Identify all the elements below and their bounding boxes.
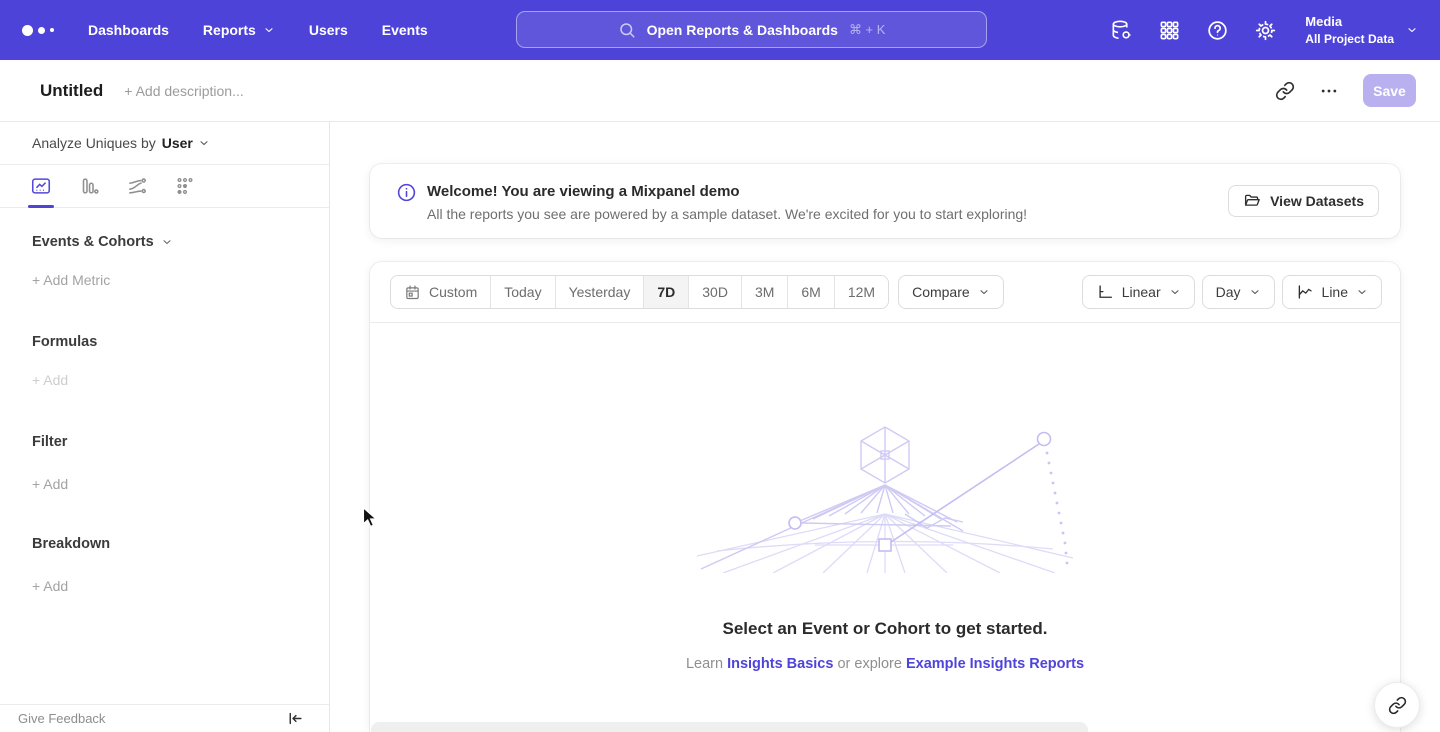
nav-right-group: Media All Project Data — [1110, 0, 1418, 60]
nav-item-reports[interactable]: Reports — [203, 22, 275, 38]
main-content: Welcome! You are viewing a Mixpanel demo… — [330, 122, 1440, 732]
breakdown-section-header: Breakdown — [32, 536, 329, 552]
chevron-down-icon — [1169, 286, 1181, 298]
add-metric-button[interactable]: + Add Metric — [32, 272, 110, 288]
settings-gear-icon[interactable] — [1254, 19, 1277, 42]
info-circle-icon — [396, 182, 417, 203]
collapse-sidebar-icon[interactable] — [286, 710, 303, 727]
primary-nav: Dashboards Reports Users Events — [88, 22, 428, 38]
events-cohorts-section-header[interactable]: Events & Cohorts — [32, 234, 329, 250]
empty-state-title: Select an Event or Cohort to get started… — [723, 619, 1048, 639]
chevron-down-icon — [263, 24, 275, 36]
range-7d[interactable]: 7D — [644, 276, 689, 308]
bar-chart-icon — [78, 175, 100, 197]
insights-line-icon — [30, 175, 52, 197]
more-options-ellipsis-icon[interactable] — [1319, 81, 1339, 101]
chevron-down-icon — [198, 137, 210, 149]
axes-icon — [1096, 283, 1114, 301]
collapsed-breakdown-panel[interactable] — [371, 722, 1088, 732]
flows-icon — [126, 175, 148, 197]
sidebar-footer: Give Feedback — [0, 704, 329, 732]
filter-section-header: Filter — [32, 434, 329, 450]
save-button[interactable]: Save — [1363, 74, 1416, 107]
report-title[interactable]: Untitled — [40, 81, 103, 101]
project-scope: All Project Data — [1305, 31, 1394, 47]
empty-state-links: Learn Insights Basics or explore Example… — [686, 656, 1084, 672]
project-selector[interactable]: Media All Project Data — [1305, 13, 1418, 47]
analyze-by-label: Analyze Uniques by — [32, 135, 156, 151]
analyze-by-selector[interactable]: User — [162, 135, 210, 151]
formulas-section-header: Formulas — [32, 334, 329, 350]
chevron-down-icon — [161, 236, 173, 248]
empty-state: Select an Event or Cohort to get started… — [370, 323, 1400, 672]
give-feedback-link[interactable]: Give Feedback — [18, 711, 105, 726]
chevron-down-icon — [978, 286, 990, 298]
report-description-placeholder[interactable]: + Add description... — [124, 83, 243, 99]
range-30d[interactable]: 30D — [689, 276, 742, 308]
tab-retention-grid[interactable] — [174, 175, 196, 197]
range-yesterday[interactable]: Yesterday — [556, 276, 645, 308]
search-icon — [618, 21, 636, 39]
insights-basics-link[interactable]: Insights Basics — [727, 656, 833, 672]
example-insights-reports-link[interactable]: Example Insights Reports — [906, 656, 1084, 672]
retention-grid-icon — [174, 175, 196, 197]
range-today[interactable]: Today — [491, 276, 555, 308]
folder-icon — [1243, 192, 1261, 210]
chart-toolbar: Custom Today Yesterday 7D 30D 3M 6M 12M … — [370, 262, 1400, 323]
tab-flows[interactable] — [126, 175, 148, 197]
nav-item-dashboards[interactable]: Dashboards — [88, 22, 169, 38]
global-search-input[interactable]: Open Reports & Dashboards ⌘ + K — [516, 11, 987, 48]
analyze-by-row: Analyze Uniques by User — [0, 122, 329, 165]
mixpanel-logo-icon[interactable] — [22, 25, 54, 36]
top-nav: Dashboards Reports Users Events Open Rep… — [0, 0, 1440, 60]
apps-grid-icon[interactable] — [1158, 19, 1181, 42]
search-placeholder: Open Reports & Dashboards — [647, 22, 838, 38]
add-formula-button[interactable]: + Add — [32, 372, 68, 388]
tab-insights-line[interactable] — [30, 175, 52, 197]
chart-type-dropdown[interactable]: Line — [1282, 275, 1382, 309]
chevron-down-icon — [1406, 24, 1418, 36]
compare-dropdown[interactable]: Compare — [898, 275, 1004, 309]
add-filter-button[interactable]: + Add — [32, 476, 68, 492]
project-name: Media — [1305, 13, 1394, 31]
interval-dropdown[interactable]: Day — [1202, 275, 1275, 309]
range-custom[interactable]: Custom — [391, 276, 491, 308]
visualization-tabs — [0, 165, 329, 208]
help-icon[interactable] — [1206, 19, 1229, 42]
chevron-down-icon — [1356, 286, 1368, 298]
chevron-down-icon — [1249, 286, 1261, 298]
search-shortcut: ⌘ + K — [849, 22, 886, 38]
link-icon — [1388, 696, 1407, 715]
nav-item-events[interactable]: Events — [382, 22, 428, 38]
share-link-fab[interactable] — [1374, 682, 1420, 728]
query-builder-sidebar: Analyze Uniques by User — [0, 122, 330, 732]
range-12m[interactable]: 12M — [835, 276, 888, 308]
line-chart-icon — [1296, 283, 1314, 301]
range-3m[interactable]: 3M — [742, 276, 788, 308]
banner-title: Welcome! You are viewing a Mixpanel demo — [427, 183, 1027, 200]
calendar-icon — [404, 284, 421, 301]
report-header: Untitled + Add description... Save — [0, 60, 1440, 122]
insights-report-card: Custom Today Yesterday 7D 30D 3M 6M 12M … — [370, 262, 1400, 732]
range-6m[interactable]: 6M — [788, 276, 834, 308]
date-range-segmented-control: Custom Today Yesterday 7D 30D 3M 6M 12M — [390, 275, 889, 309]
copy-link-icon[interactable] — [1275, 81, 1295, 101]
banner-subtitle: All the reports you see are powered by a… — [427, 206, 1027, 222]
empty-state-illustration — [695, 423, 1075, 573]
view-datasets-button[interactable]: View Datasets — [1228, 185, 1379, 217]
tab-bar-chart[interactable] — [78, 175, 100, 197]
demo-welcome-banner: Welcome! You are viewing a Mixpanel demo… — [370, 164, 1400, 238]
scale-dropdown[interactable]: Linear — [1082, 275, 1195, 309]
add-breakdown-button[interactable]: + Add — [32, 578, 68, 594]
nav-item-users[interactable]: Users — [309, 22, 348, 38]
data-management-icon[interactable] — [1110, 19, 1133, 42]
